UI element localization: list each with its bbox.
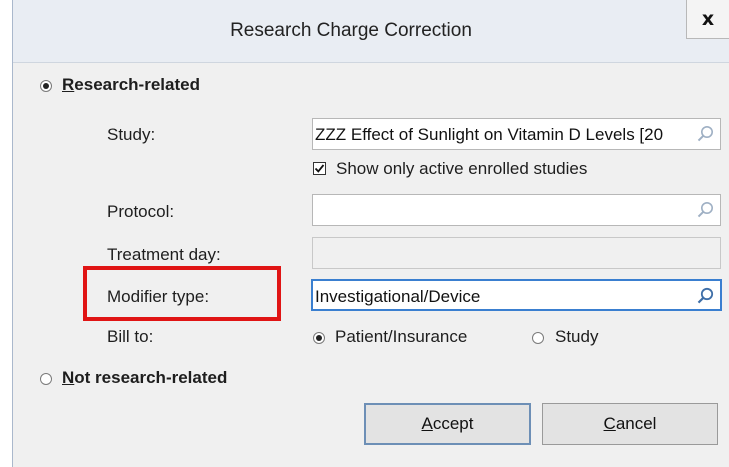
title-bar: Research Charge Correction x xyxy=(13,0,729,63)
magnifier-icon[interactable] xyxy=(696,201,714,219)
close-icon: x xyxy=(701,8,715,30)
magnifier-icon[interactable] xyxy=(696,125,714,143)
research-related-radio[interactable] xyxy=(40,80,52,92)
study-field[interactable]: ZZZ Effect of Sunlight on Vitamin D Leve… xyxy=(312,118,721,150)
research-charge-correction-dialog: Research Charge Correction x Research-re… xyxy=(12,0,729,467)
magnifier-icon[interactable] xyxy=(696,287,714,305)
research-related-label[interactable]: Research-related xyxy=(62,75,200,95)
accept-button[interactable]: Accept xyxy=(364,403,531,445)
show-active-checkbox[interactable] xyxy=(313,162,326,175)
cancel-button[interactable]: Cancel xyxy=(542,403,718,445)
protocol-label: Protocol: xyxy=(107,202,175,221)
close-button[interactable]: x xyxy=(686,0,729,39)
dialog-title: Research Charge Correction xyxy=(230,20,472,41)
show-active-label[interactable]: Show only active enrolled studies xyxy=(336,159,587,179)
protocol-field[interactable] xyxy=(312,194,721,226)
bill-to-patient-label[interactable]: Patient/Insurance xyxy=(335,327,467,347)
background-edge xyxy=(0,0,12,467)
not-research-related-radio[interactable] xyxy=(40,373,52,385)
modifier-type-value: Investigational/Device xyxy=(315,287,481,306)
study-value: ZZZ Effect of Sunlight on Vitamin D Leve… xyxy=(315,125,664,144)
modifier-type-field[interactable]: Investigational/Device xyxy=(311,279,722,311)
study-label: Study: xyxy=(107,125,156,144)
treatment-day-field xyxy=(312,237,721,269)
bill-to-study-radio[interactable] xyxy=(532,332,544,344)
not-research-related-label[interactable]: Not research-related xyxy=(62,368,227,388)
treatment-day-label: Treatment day: xyxy=(107,245,221,264)
checkmark-icon xyxy=(314,164,325,173)
bill-to-patient-radio[interactable] xyxy=(313,332,325,344)
highlight-box xyxy=(83,266,281,321)
bill-to-label: Bill to: xyxy=(107,327,154,346)
bill-to-study-label[interactable]: Study xyxy=(555,327,598,347)
